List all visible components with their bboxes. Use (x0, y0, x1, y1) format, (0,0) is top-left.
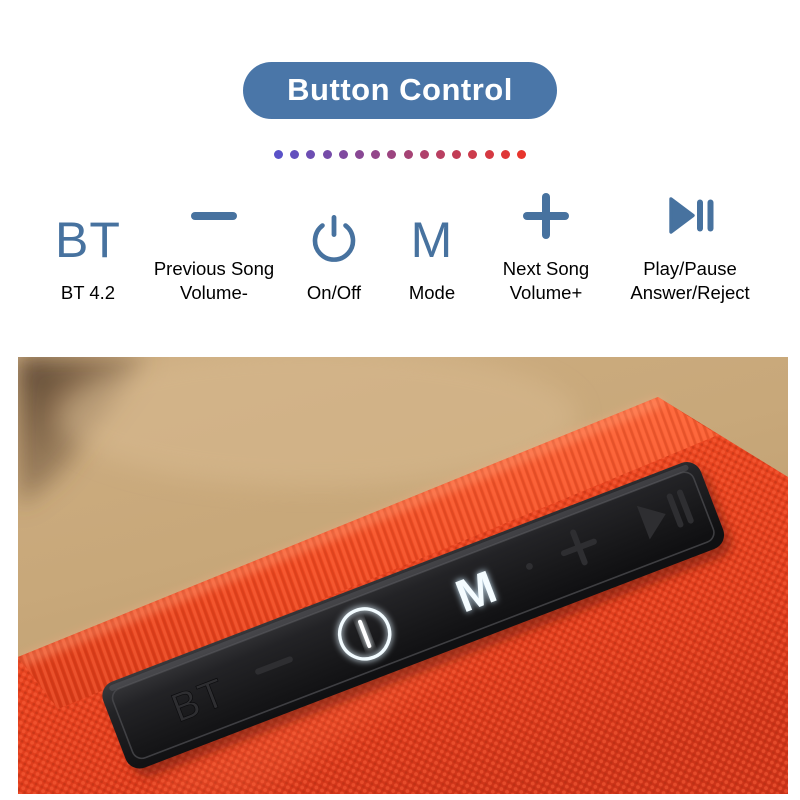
control-item-mode: M Mode (384, 207, 480, 305)
product-photo: BT M M (18, 357, 788, 794)
control-caption-play-pause: Play/Pause Answer/Reject (630, 257, 749, 305)
divider-dot (452, 149, 462, 159)
caption-line-2: Volume+ (509, 282, 583, 303)
divider-dot (500, 149, 510, 159)
control-item-previous: Previous Song Volume- (144, 183, 284, 305)
bt-glyph: BT (55, 212, 121, 268)
divider-dot (419, 149, 429, 159)
caption-line-1: Next Song (502, 258, 590, 279)
dotted-divider (0, 147, 800, 161)
control-legend-row: BT BT 4.2 Previous Song Volume- On/Off M… (0, 183, 800, 305)
control-caption-next: Next Song Volume+ (503, 257, 589, 305)
power-icon (303, 207, 365, 273)
caption-line-2: Volume- (180, 282, 248, 303)
divider-dot (322, 149, 332, 159)
control-item-bt: BT BT 4.2 (32, 207, 144, 305)
plus-icon (515, 183, 577, 249)
control-item-play-pause: Play/Pause Answer/Reject (612, 183, 768, 305)
bt-text-icon: BT (55, 207, 121, 273)
control-caption-power: On/Off (307, 281, 361, 305)
control-caption-mode: Mode (409, 281, 455, 305)
mode-text-icon: M (411, 207, 454, 273)
divider-dot (355, 149, 365, 159)
play-pause-icon (659, 183, 721, 249)
minus-icon (183, 183, 245, 249)
divider-dot (387, 149, 397, 159)
control-item-power: On/Off (284, 207, 384, 305)
caption-line-2: Answer/Reject (630, 282, 750, 303)
caption-line-1: Play/Pause (643, 258, 737, 279)
control-caption-bt: BT 4.2 (61, 281, 115, 305)
control-item-next: Next Song Volume+ (480, 183, 612, 305)
caption-line-1: On/Off (306, 282, 362, 303)
mode-glyph: M (410, 212, 454, 268)
caption-line-1: BT 4.2 (60, 282, 116, 303)
caption-line-1: Previous Song (153, 258, 275, 279)
caption-line-1: Mode (408, 282, 456, 303)
divider-dot (468, 149, 478, 159)
divider-dot (290, 149, 300, 159)
divider-dot (403, 149, 413, 159)
divider-dot (516, 149, 526, 159)
header: Button Control (0, 0, 800, 119)
divider-dot (274, 149, 284, 159)
control-caption-previous: Previous Song Volume- (154, 257, 274, 305)
divider-dot (484, 149, 494, 159)
divider-dot (371, 149, 381, 159)
page-title-badge: Button Control (243, 62, 557, 119)
divider-dot (435, 149, 445, 159)
divider-dot (338, 149, 348, 159)
divider-dot (306, 149, 316, 159)
